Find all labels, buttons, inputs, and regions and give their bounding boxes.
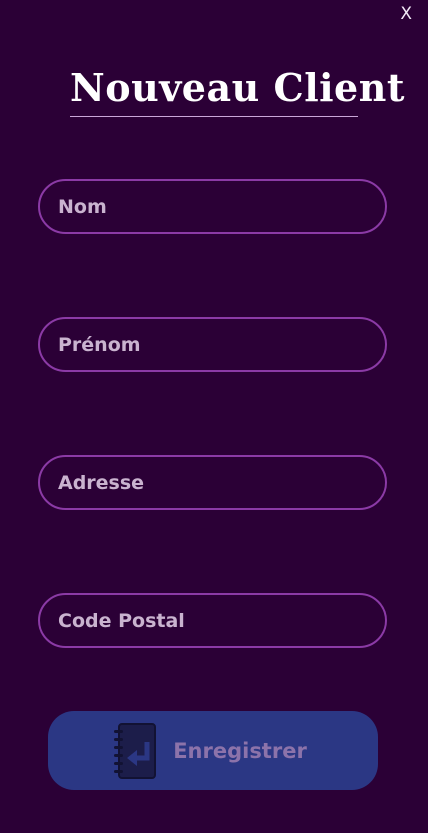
nom-input[interactable] [40,181,385,232]
page-title: Nouveau Client [70,65,405,110]
save-button-label: Enregistrer [173,738,307,763]
code-postal-field [38,593,387,648]
new-client-window: X Nouveau Client Enregistrer [0,0,428,833]
adresse-field [38,455,387,510]
title-underline [70,116,358,117]
code-postal-input[interactable] [40,595,385,646]
notebook-enter-icon [114,722,157,779]
prenom-field [38,317,387,372]
adresse-input[interactable] [40,457,385,508]
nom-field [38,179,387,234]
close-button[interactable]: X [400,4,412,24]
prenom-input[interactable] [40,319,385,370]
save-button[interactable]: Enregistrer [48,711,378,790]
